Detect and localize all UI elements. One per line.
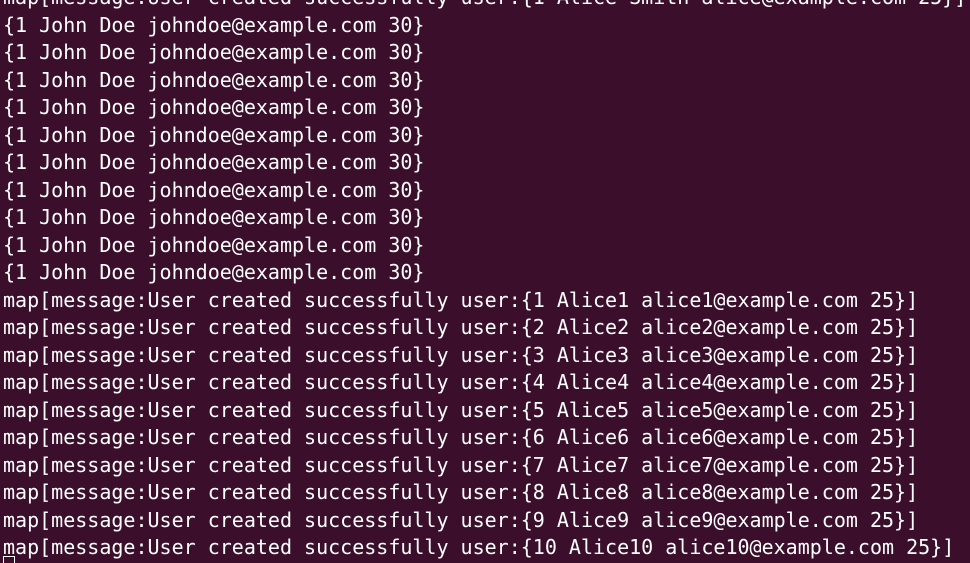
output-line: map[message:User created successfully us… [3, 0, 966, 12]
output-line: map[message:User created successfully us… [3, 287, 919, 312]
output-line: map[message:User created successfully us… [3, 425, 919, 449]
output-line: {1 John Doe johndoe@example.com 30} [3, 150, 425, 174]
output-line: {1 John Doe johndoe@example.com 30} [3, 40, 425, 64]
output-line: {1 John Doe johndoe@example.com 30} [3, 122, 425, 147]
output-line: map[message:User created successfully us… [3, 507, 919, 532]
output-line: map[message:User created successfully us… [3, 315, 919, 339]
output-line: map[message:User created successfully us… [3, 452, 919, 477]
output-line: {1 John Doe johndoe@example.com 30} [3, 177, 425, 202]
terminal-window[interactable]: map[message:User created successfully us… [0, 0, 970, 563]
output-line: {1 John Doe johndoe@example.com 30} [3, 205, 425, 229]
output-line: map[message:User created successfully us… [3, 342, 919, 367]
terminal-cursor [3, 556, 15, 563]
output-line: {1 John Doe johndoe@example.com 30} [3, 232, 425, 257]
output-line: {1 John Doe johndoe@example.com 30} [3, 260, 425, 284]
output-line: {1 John Doe johndoe@example.com 30} [3, 12, 425, 37]
output-line: map[message:User created successfully us… [3, 370, 919, 394]
output-line: map[message:User created successfully us… [3, 535, 955, 559]
output-line: {1 John Doe johndoe@example.com 30} [3, 67, 425, 92]
output-line: map[message:User created successfully us… [3, 480, 919, 504]
output-line: {1 John Doe johndoe@example.com 30} [3, 95, 425, 119]
terminal-output: map[message:User created successfully us… [3, 0, 966, 562]
output-line: map[message:User created successfully us… [3, 397, 919, 422]
